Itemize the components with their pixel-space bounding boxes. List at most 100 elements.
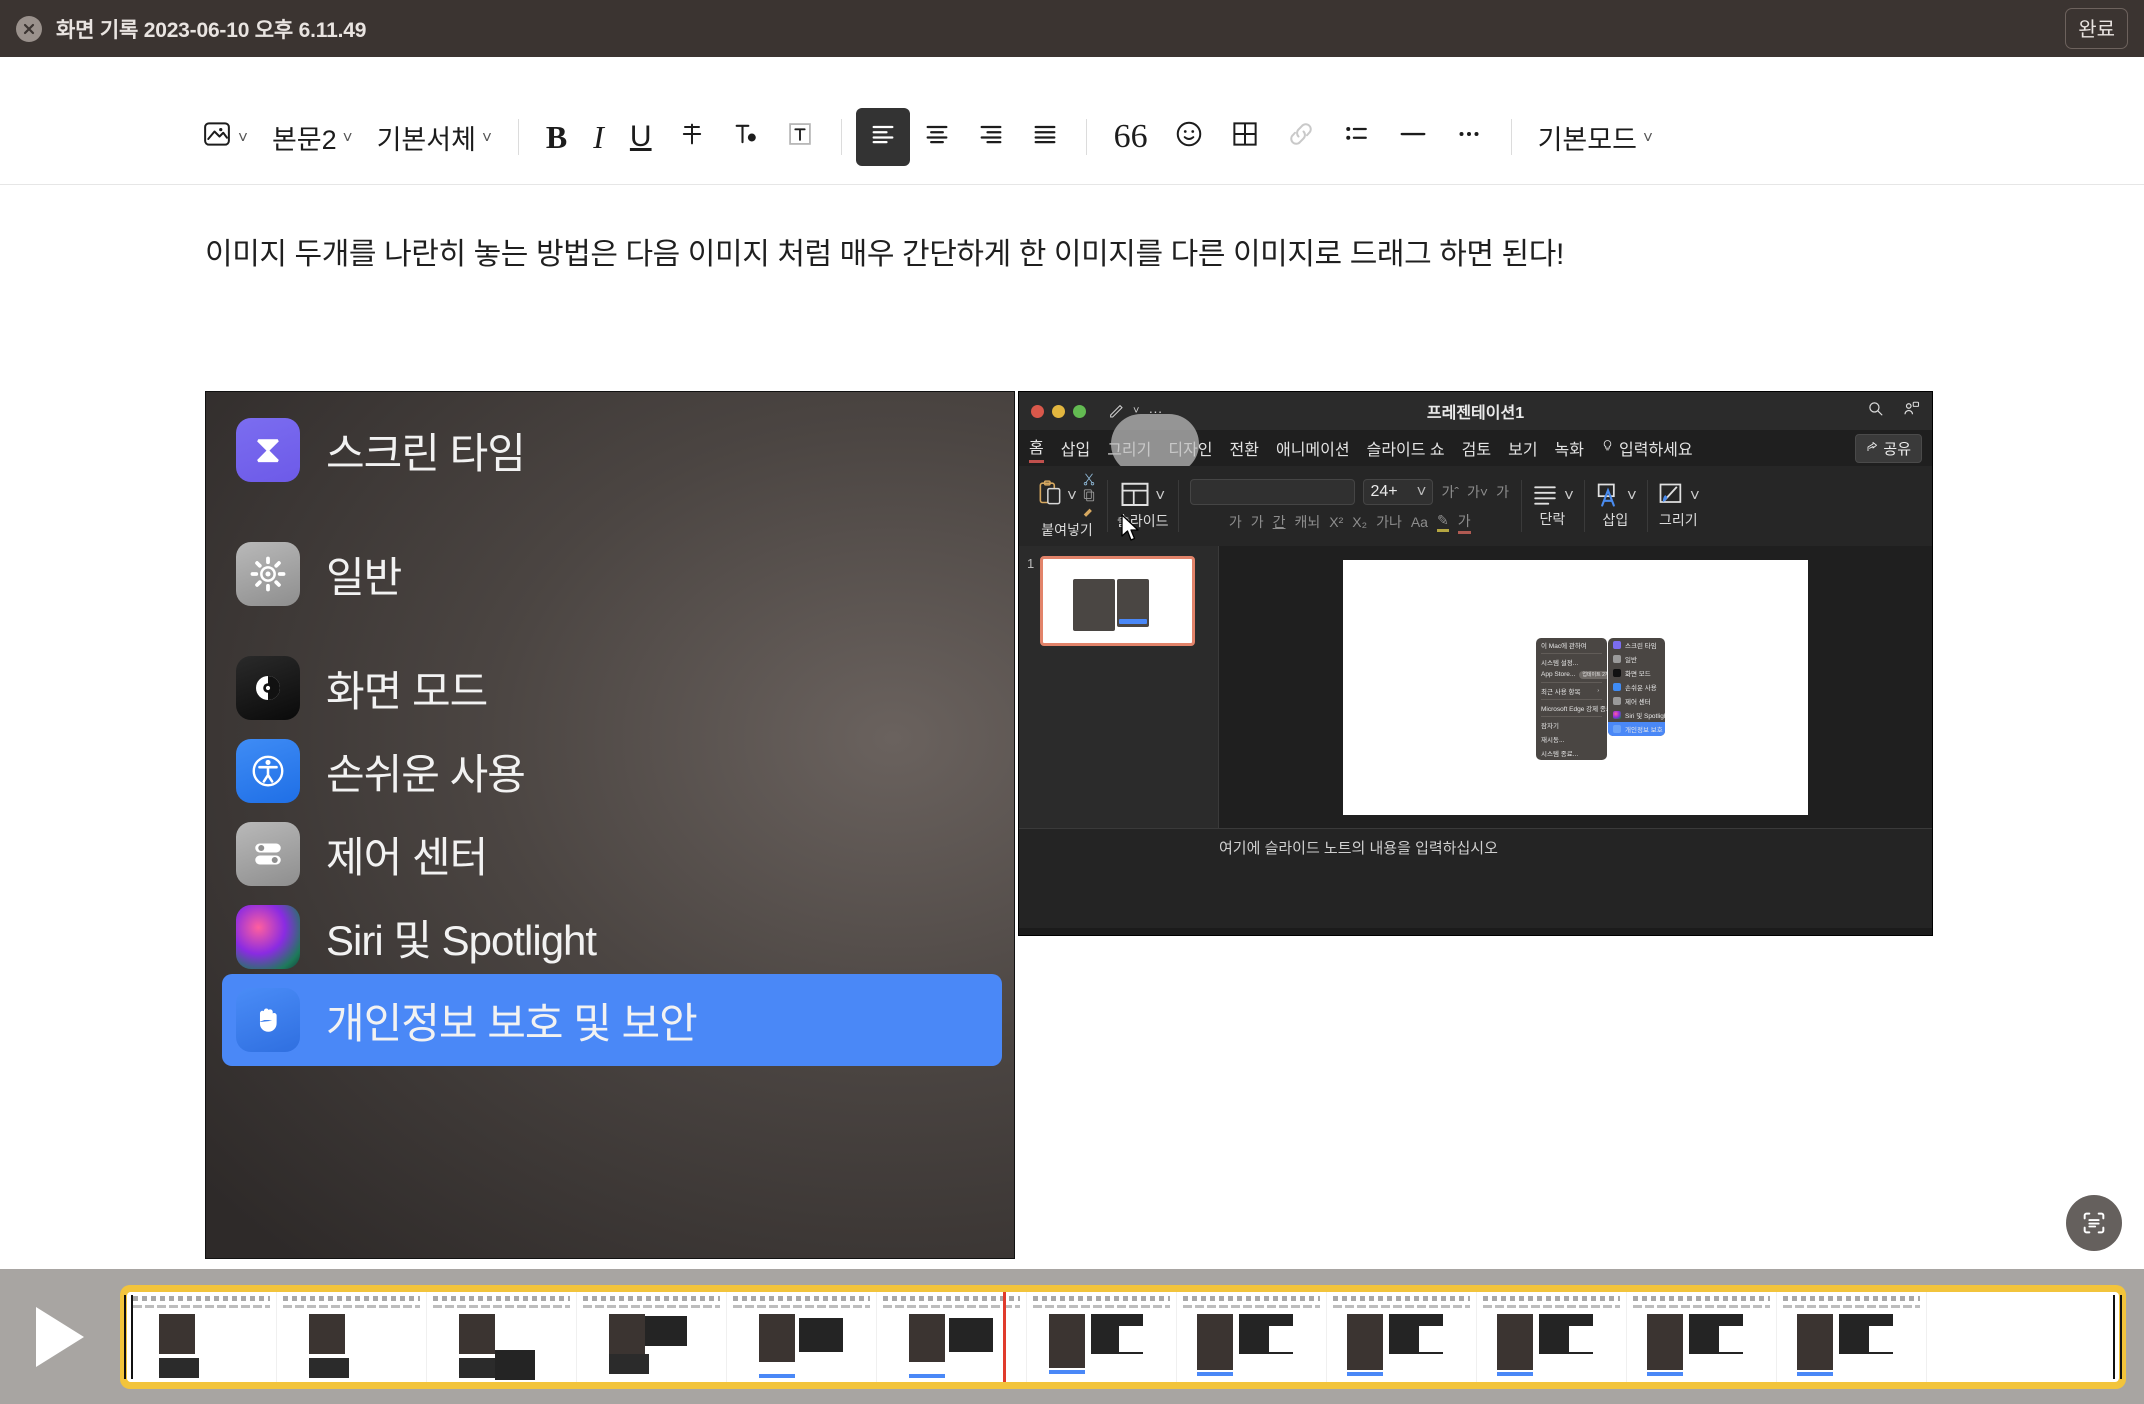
ribbon-group-paragraph[interactable]: ˅ 단락	[1520, 470, 1584, 542]
embedded-image-macos-settings[interactable]: ⧗ 스크린 타임 일반 화면 모드 손쉬운 사용 제어 센터 Siri 및 Sp…	[205, 391, 1015, 1259]
align-justify-button[interactable]	[1018, 108, 1072, 166]
embedded-image-powerpoint[interactable]: ˅ ··· 프레젠테이션1 홈 삽입 그리기 디자인 전환 애니메이션 슬라이드…	[1018, 391, 1933, 936]
chevron-down-icon[interactable]: ˅	[1690, 487, 1700, 504]
slide-thumbnail-1[interactable]: 이 Mac에 관하여 시스템 설정... App Store... 최근 사용 …	[1040, 556, 1196, 646]
trim-handle-right[interactable]	[2113, 1294, 2122, 1379]
ppt-slide-thumbnails[interactable]: 1 이 Mac에 관하여 시스템 설정... App Store... 최근 사…	[1019, 546, 1219, 828]
highlight-icon[interactable]: ✎	[1436, 512, 1449, 532]
align-left-button[interactable]	[855, 108, 910, 166]
filmstrip-frame[interactable]	[127, 1291, 277, 1382]
traffic-light-minimize-icon[interactable]	[1052, 404, 1065, 418]
done-button[interactable]: 완료	[2065, 8, 2128, 49]
playback-timeline	[0, 1269, 2144, 1404]
underline-button[interactable]: U	[617, 108, 665, 166]
bold-button[interactable]: B	[533, 108, 580, 166]
change-case-icon[interactable]: Aa	[1411, 514, 1428, 530]
font-family-dropdown[interactable]: 기본서체 ˅	[365, 108, 504, 166]
filmstrip-frame[interactable]	[427, 1291, 577, 1382]
close-icon[interactable]	[16, 15, 42, 42]
more-icon[interactable]: ···	[1148, 403, 1162, 419]
chevron-down-icon[interactable]: ˅	[1155, 487, 1165, 504]
ppt-tab-transitions[interactable]: 전환	[1230, 436, 1259, 460]
ribbon-group-paste[interactable]: ˅ 붙여넣기	[1027, 470, 1107, 542]
ppt-tab-insert[interactable]: 삽입	[1061, 436, 1090, 460]
editor-mode-dropdown[interactable]: 기본모드 ˅	[1526, 108, 1665, 166]
increase-font-icon[interactable]: 가ˆ	[1441, 482, 1459, 502]
video-content-area[interactable]: ˅ 본문2 ˅ 기본서체 ˅ B I U 66 기본모드 ˅ 이미지 두개를 나…	[0, 57, 2144, 1269]
filmstrip-frame[interactable]	[277, 1291, 427, 1382]
align-center-button[interactable]	[910, 108, 964, 166]
share-icon	[1866, 440, 1878, 457]
live-text-button[interactable]	[2066, 1195, 2122, 1251]
horizontal-rule-button[interactable]	[1385, 108, 1441, 166]
strikethrough-button[interactable]	[665, 108, 719, 166]
chevron-down-icon[interactable]: ˅	[1564, 487, 1574, 504]
emoji-button[interactable]	[1161, 108, 1217, 166]
document-body[interactable]: 이미지 두개를 나란히 놓는 방법은 다음 이미지 처럼 매우 간단하게 한 이…	[0, 185, 2144, 277]
text-color-button[interactable]	[719, 108, 773, 166]
filmstrip-frame[interactable]	[1777, 1291, 1927, 1382]
filmstrip-frame[interactable]	[1027, 1291, 1177, 1382]
ribbon-group-insert[interactable]: ˅ 삽입	[1583, 470, 1647, 542]
settings-menu-item: 일반	[1608, 652, 1665, 666]
ppt-tab-animations[interactable]: 애니메이션	[1276, 436, 1350, 460]
bullet-list-button[interactable]	[1329, 108, 1385, 166]
slide-canvas[interactable]: 이 Mac에 관하여 시스템 설정... App Store... 업데이트 2…	[1343, 559, 1808, 815]
traffic-light-maximize-icon[interactable]	[1073, 404, 1086, 418]
search-icon[interactable]	[1867, 400, 1884, 422]
collaborator-icon[interactable]	[1902, 400, 1920, 423]
ppt-tab-design[interactable]: 디자인	[1168, 436, 1212, 460]
chevron-down-icon[interactable]: ˅	[1417, 483, 1427, 500]
playhead[interactable]	[1003, 1291, 1007, 1382]
trim-region[interactable]	[120, 1284, 2126, 1389]
font-family-input[interactable]	[1190, 478, 1356, 505]
document-paragraph: 이미지 두개를 나란히 놓는 방법은 다음 이미지 처럼 매우 간단하게 한 이…	[205, 238, 1564, 271]
subscript-icon[interactable]: X₂	[1352, 514, 1367, 530]
filmstrip-frame[interactable]	[1477, 1291, 1627, 1382]
traffic-light-close-icon[interactable]	[1031, 404, 1044, 418]
ppt-tab-record[interactable]: 녹화	[1555, 436, 1584, 460]
ppt-notes-pane[interactable]: 여기에 슬라이드 노트의 내용을 입력하십시오	[1019, 828, 1932, 928]
table-button[interactable]	[1217, 108, 1273, 166]
filmstrip-frame[interactable]	[577, 1291, 727, 1382]
chevron-down-icon[interactable]: ˅	[1067, 487, 1077, 504]
ribbon-group-font[interactable]: 24+ ˅ 가ˆ 가˅ 가 가 가 간 캐뇌 X² X₂ 가나 Aa ✎ 가	[1178, 470, 1521, 542]
ppt-slide-stage[interactable]: 이 Mac에 관하여 시스템 설정... App Store... 업데이트 2…	[1219, 546, 1932, 828]
link-button[interactable]	[1273, 108, 1329, 166]
play-button[interactable]	[0, 1269, 120, 1404]
paragraph-style-dropdown[interactable]: 본문2 ˅	[260, 108, 365, 166]
filmstrip-frame[interactable]	[1327, 1291, 1477, 1382]
font-color-icon[interactable]: 가	[1457, 511, 1471, 534]
strikethrough-icon[interactable]: 캐뇌	[1295, 512, 1321, 532]
quote-button[interactable]: 66	[1101, 108, 1161, 166]
ppt-tab-review[interactable]: 검토	[1462, 436, 1491, 460]
char-spacing-icon[interactable]: 가나	[1376, 512, 1402, 532]
ppt-tab-draw[interactable]: 그리기	[1107, 436, 1151, 460]
ppt-tab-slideshow[interactable]: 슬라이드 쇼	[1367, 436, 1445, 460]
filmstrip-frame[interactable]	[727, 1291, 877, 1382]
trim-handle-left[interactable]	[124, 1294, 133, 1379]
align-right-button[interactable]	[964, 108, 1018, 166]
ribbon-group-draw[interactable]: ˅ 그리기	[1646, 470, 1710, 542]
filmstrip-frame[interactable]	[1177, 1291, 1327, 1382]
filmstrip[interactable]	[127, 1291, 2119, 1382]
underline-icon[interactable]: 간	[1273, 512, 1286, 532]
ppt-tab-home[interactable]: 홈	[1029, 434, 1044, 463]
ppt-tell-me[interactable]: 입력하세요	[1601, 436, 1693, 460]
filmstrip-frame[interactable]	[1627, 1291, 1777, 1382]
decrease-font-icon[interactable]: 가˅	[1467, 482, 1488, 502]
chevron-down-icon[interactable]: ˅	[1627, 487, 1637, 504]
ppt-quick-access[interactable]: ˅ ···	[1108, 403, 1162, 419]
font-size-input[interactable]: 24+ ˅	[1363, 478, 1434, 505]
more-options-button[interactable]	[1441, 108, 1497, 166]
ppt-ribbon-tabs: 홈 삽입 그리기 디자인 전환 애니메이션 슬라이드 쇼 검토 보기 녹화 입력…	[1019, 414, 1932, 474]
clear-format-icon[interactable]: 가	[1496, 482, 1509, 502]
image-insert-button[interactable]: ˅	[190, 108, 260, 166]
bold-icon[interactable]: 가	[1229, 512, 1242, 532]
superscript-icon[interactable]: X²	[1329, 514, 1343, 530]
italic-button[interactable]: I	[580, 108, 617, 166]
ppt-tab-view[interactable]: 보기	[1508, 436, 1537, 460]
text-box-button[interactable]	[773, 108, 827, 166]
ppt-share-button[interactable]: 공유	[1855, 433, 1922, 463]
italic-icon[interactable]: 가	[1251, 512, 1264, 532]
